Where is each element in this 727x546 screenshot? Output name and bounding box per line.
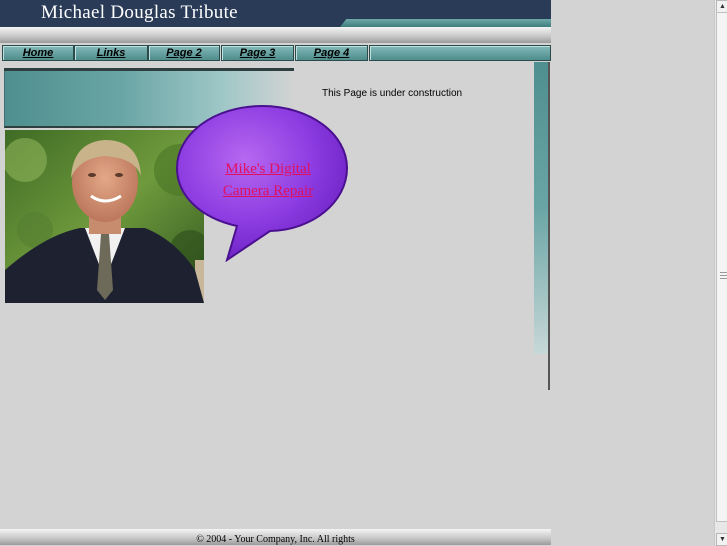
scrollbar-grip-icon [720, 272, 727, 280]
header-accent-tab [340, 19, 551, 27]
scroll-down-arrow-icon[interactable]: ▼ [716, 533, 727, 546]
nav-empty-segment [369, 45, 551, 61]
camera-repair-link[interactable]: Mike's Digital Camera Repair [200, 158, 336, 202]
right-divider [548, 62, 550, 390]
vertical-scrollbar[interactable]: ▲ ▼ [714, 0, 727, 546]
nav-links-button[interactable]: Links [74, 45, 148, 61]
nav-page3-button[interactable]: Page 3 [221, 45, 294, 61]
under-construction-text: This Page is under construction [322, 88, 463, 99]
site-title: Michael Douglas Tribute [41, 2, 238, 23]
right-teal-strip [534, 62, 548, 354]
footer-copyright: © 2004 - Your Company, Inc. All rights [196, 534, 355, 545]
camera-repair-link-line1[interactable]: Mike's Digital [200, 158, 336, 180]
nav-home-button[interactable]: Home [2, 45, 74, 61]
camera-repair-link-line2[interactable]: Camera Repair [200, 180, 336, 202]
nav-bar: Home Links Page 2 Page 3 Page 4 [0, 45, 551, 61]
scrollbar-thumb[interactable] [716, 12, 727, 522]
nav-page4-button[interactable]: Page 4 [295, 45, 368, 61]
header-bevel-bar [0, 27, 551, 43]
nav-page2-button[interactable]: Page 2 [148, 45, 220, 61]
site-header: Michael Douglas Tribute [0, 0, 551, 27]
